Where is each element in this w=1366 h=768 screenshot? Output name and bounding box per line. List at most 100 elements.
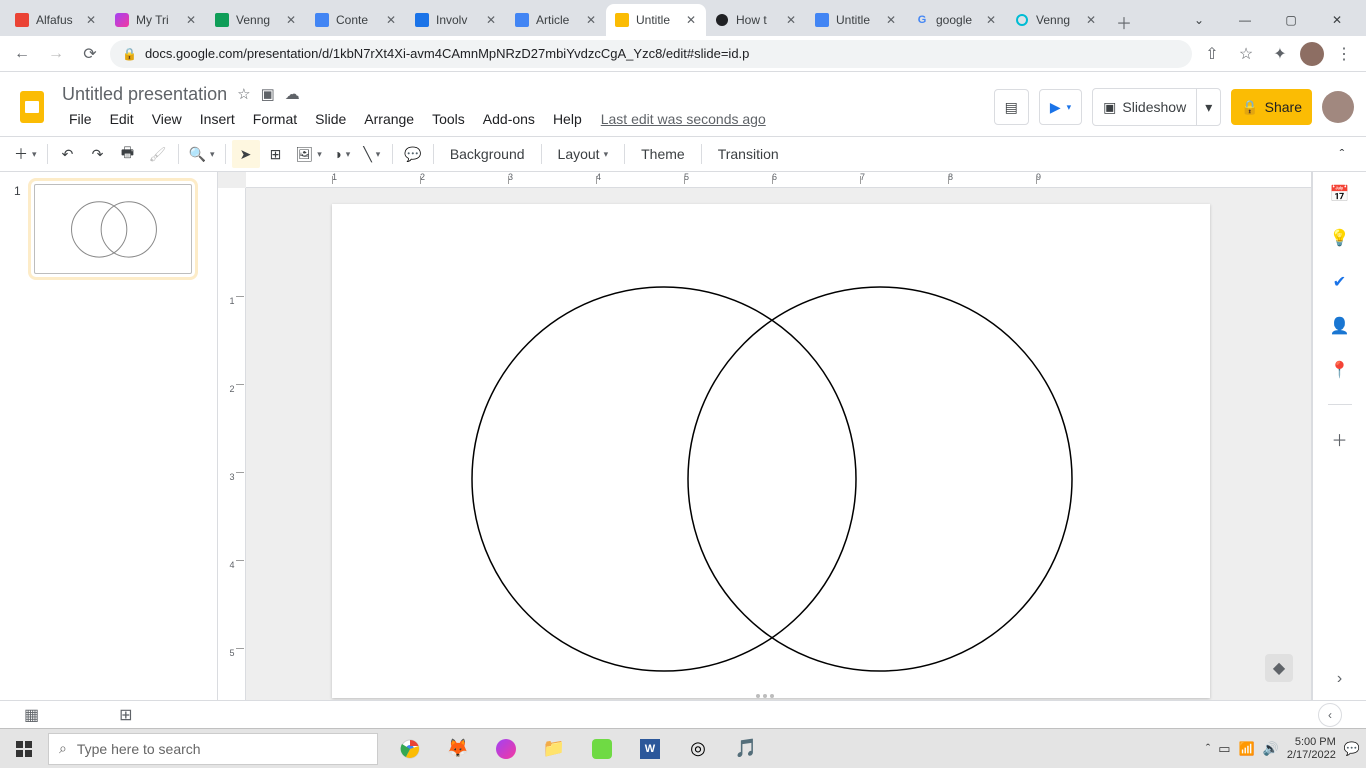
tab-close-icon[interactable]: ✕ xyxy=(284,13,298,27)
tab-close-icon[interactable]: ✕ xyxy=(684,13,698,27)
tray-wifi-icon[interactable]: 📶 xyxy=(1239,741,1255,757)
window-minimize-button[interactable]: ― xyxy=(1222,4,1268,36)
move-icon[interactable]: ▣ xyxy=(261,85,275,103)
explore-button[interactable]: ◆ xyxy=(1265,654,1293,682)
browser-tab[interactable]: Ggoogle✕ xyxy=(906,4,1006,36)
tab-close-icon[interactable]: ✕ xyxy=(384,13,398,27)
slideshow-button[interactable]: ▣Slideshow xyxy=(1093,89,1196,125)
contacts-icon[interactable]: 👤 xyxy=(1330,316,1350,336)
browser-tab[interactable]: My Tri✕ xyxy=(106,4,206,36)
star-icon[interactable]: ☆ xyxy=(237,85,250,103)
tab-close-icon[interactable]: ✕ xyxy=(984,13,998,27)
slide-thumbnail[interactable] xyxy=(34,184,192,274)
taskbar-explorer-icon[interactable]: 📁 xyxy=(532,729,576,768)
undo-button[interactable]: ↶ xyxy=(54,140,82,168)
new-slide-button[interactable]: ＋ xyxy=(10,140,41,168)
taskbar-upwork-icon[interactable] xyxy=(580,729,624,768)
browser-tab[interactable]: Venng✕ xyxy=(1006,4,1106,36)
tab-close-icon[interactable]: ✕ xyxy=(584,13,598,27)
select-tool-button[interactable]: ➤ xyxy=(232,140,260,168)
keep-icon[interactable]: 💡 xyxy=(1330,228,1350,248)
print-button[interactable]: 🖶 xyxy=(114,140,142,168)
tray-chevron-icon[interactable]: ˆ xyxy=(1206,741,1210,756)
transition-button[interactable]: Transition xyxy=(708,140,789,168)
shape-button[interactable]: ◑ xyxy=(328,140,356,168)
account-avatar[interactable] xyxy=(1322,91,1354,123)
taskbar-firefox-icon[interactable]: 🦊 xyxy=(436,729,480,768)
nav-back-button[interactable]: ← xyxy=(8,40,36,68)
bookmark-star-icon[interactable]: ☆ xyxy=(1232,40,1260,68)
tray-battery-icon[interactable]: ▭ xyxy=(1218,741,1230,757)
menu-edit[interactable]: Edit xyxy=(103,107,141,131)
tab-close-icon[interactable]: ✕ xyxy=(1084,13,1098,27)
paint-format-button[interactable]: 🖌 xyxy=(144,140,172,168)
menu-insert[interactable]: Insert xyxy=(193,107,242,131)
theme-button[interactable]: Theme xyxy=(631,140,695,168)
zoom-button[interactable]: 🔍 xyxy=(185,140,219,168)
last-edit-link[interactable]: Last edit was seconds ago xyxy=(601,111,766,127)
taskbar-chrome-icon[interactable] xyxy=(388,729,432,768)
tab-close-icon[interactable]: ✕ xyxy=(784,13,798,27)
browser-tab[interactable]: Involv✕ xyxy=(406,4,506,36)
browser-tab[interactable]: Venng✕ xyxy=(206,4,306,36)
grid-view-icon[interactable]: ⊞ xyxy=(119,705,132,725)
taskbar-messenger-icon[interactable] xyxy=(484,729,528,768)
profile-avatar[interactable] xyxy=(1300,42,1324,66)
menu-slide[interactable]: Slide xyxy=(308,107,353,131)
slideshow-dropdown[interactable]: ▾ xyxy=(1196,89,1220,125)
redo-button[interactable]: ↷ xyxy=(84,140,112,168)
calendar-icon[interactable]: 📅 xyxy=(1330,184,1350,204)
collapse-toolbar-button[interactable]: ˆ xyxy=(1328,140,1356,168)
comments-button[interactable]: ▤ xyxy=(994,89,1029,125)
add-addon-icon[interactable]: ＋ xyxy=(1330,429,1350,449)
collapse-filmstrip-button[interactable]: ‹ xyxy=(1318,703,1342,727)
browser-tab[interactable]: Conte✕ xyxy=(306,4,406,36)
taskbar-word-icon[interactable]: W xyxy=(628,729,672,768)
new-tab-button[interactable]: ＋ xyxy=(1110,8,1138,36)
share-page-icon[interactable]: ⇧ xyxy=(1198,40,1226,68)
extensions-icon[interactable]: ✦ xyxy=(1266,40,1294,68)
maps-icon[interactable]: 📍 xyxy=(1330,360,1350,380)
tray-clock[interactable]: 5:00 PM 2/17/2022 xyxy=(1287,736,1336,761)
browser-tab[interactable]: Alfafus✕ xyxy=(6,4,106,36)
tray-notifications-icon[interactable]: 💬 xyxy=(1344,741,1360,757)
start-button[interactable] xyxy=(0,729,48,768)
window-close-button[interactable]: ✕ xyxy=(1314,4,1360,36)
menu-arrange[interactable]: Arrange xyxy=(357,107,421,131)
tasks-icon[interactable]: ✔ xyxy=(1330,272,1350,292)
textbox-button[interactable]: ⊞ xyxy=(262,140,290,168)
tray-volume-icon[interactable]: 🔊 xyxy=(1263,741,1279,757)
taskbar-app-icon[interactable]: ◎ xyxy=(676,729,720,768)
nav-reload-button[interactable]: ⟳ xyxy=(76,40,104,68)
line-button[interactable]: ╲ xyxy=(358,140,386,168)
chrome-menu-icon[interactable]: ⋮ xyxy=(1330,40,1358,68)
nav-forward-button[interactable]: → xyxy=(42,40,70,68)
tab-close-icon[interactable]: ✕ xyxy=(184,13,198,27)
present-to-meeting-button[interactable]: ▶▾ xyxy=(1039,89,1082,125)
cloud-status-icon[interactable]: ☁ xyxy=(285,85,300,103)
taskbar-search-input[interactable]: ⌕ Type here to search xyxy=(48,733,378,765)
document-title[interactable]: Untitled presentation xyxy=(62,84,227,105)
share-button[interactable]: 🔒Share xyxy=(1231,89,1312,125)
menu-format[interactable]: Format xyxy=(246,107,304,131)
image-button[interactable]: 🖼 xyxy=(292,140,326,168)
browser-tab-active[interactable]: Untitle✕ xyxy=(606,4,706,36)
tab-close-icon[interactable]: ✕ xyxy=(884,13,898,27)
slide-canvas[interactable] xyxy=(332,204,1210,698)
speaker-notes-handle[interactable] xyxy=(756,694,774,698)
window-maximize-button[interactable]: ▢ xyxy=(1268,4,1314,36)
menu-help[interactable]: Help xyxy=(546,107,589,131)
comment-button[interactable]: 💬 xyxy=(399,140,427,168)
menu-tools[interactable]: Tools xyxy=(425,107,472,131)
menu-file[interactable]: File xyxy=(62,107,99,131)
chrome-account-chevron-icon[interactable]: ⌄ xyxy=(1176,4,1222,36)
browser-tab[interactable]: Article✕ xyxy=(506,4,606,36)
background-button[interactable]: Background xyxy=(440,140,535,168)
filmstrip-view-icon[interactable]: ▦ xyxy=(24,705,39,725)
menu-view[interactable]: View xyxy=(145,107,189,131)
layout-button[interactable]: Layout xyxy=(548,140,619,168)
tab-close-icon[interactable]: ✕ xyxy=(484,13,498,27)
menu-addons[interactable]: Add-ons xyxy=(476,107,542,131)
taskbar-itunes-icon[interactable]: 🎵 xyxy=(724,729,768,768)
hide-sidepanel-icon[interactable]: › xyxy=(1337,670,1342,688)
